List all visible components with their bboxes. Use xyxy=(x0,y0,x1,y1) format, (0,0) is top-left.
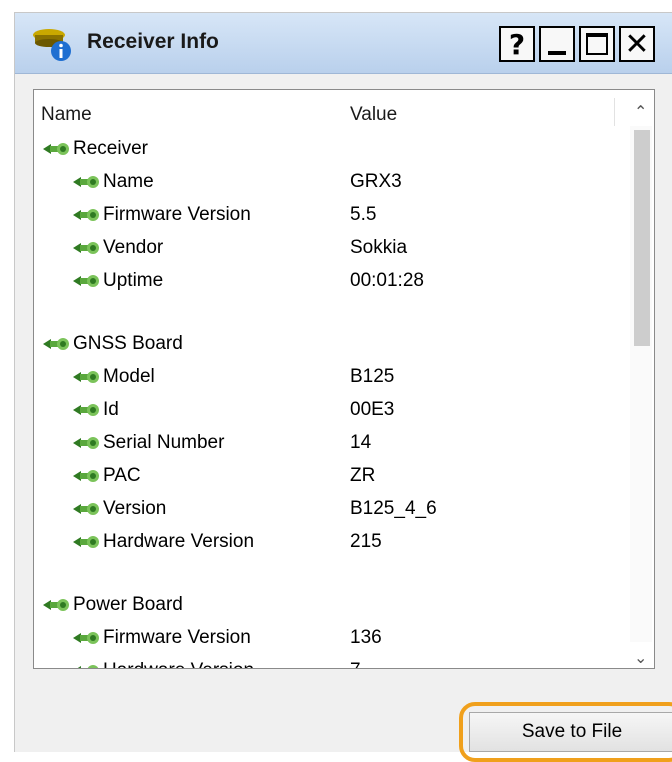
row-name: GNSS Board xyxy=(41,333,183,355)
maximize-icon xyxy=(586,33,608,55)
table-row[interactable]: Firmware Version 5.5 xyxy=(34,200,624,230)
row-name-label: Uptime xyxy=(103,270,164,291)
minimize-button[interactable] xyxy=(539,26,575,62)
tree-group-row[interactable]: GNSS Board xyxy=(34,329,624,359)
row-name: Hardware Version xyxy=(71,531,254,553)
row-name: PAC xyxy=(71,465,141,487)
row-name: Name xyxy=(71,171,154,193)
row-name-label: Receiver xyxy=(73,138,148,159)
receiver-info-list[interactable]: Name Value ⌃ ⌄ Receiver Name GRX3 Firmware … xyxy=(33,89,655,669)
row-name-label: Version xyxy=(103,498,167,519)
column-header-value[interactable]: Value xyxy=(350,104,397,126)
table-row[interactable]: Firmware Version 136 xyxy=(34,623,624,653)
row-name: Firmware Version xyxy=(71,627,251,649)
row-value: B125 xyxy=(350,366,395,387)
row-name-label: Id xyxy=(103,399,119,420)
row-name-label: Hardware Version xyxy=(103,660,254,668)
node-icon xyxy=(41,596,71,614)
row-name: Serial Number xyxy=(71,432,224,454)
row-name: Model xyxy=(71,366,155,388)
row-value: 00:01:28 xyxy=(350,270,424,291)
table-row[interactable]: Id 00E3 xyxy=(34,395,624,425)
row-value: 7 xyxy=(350,660,361,668)
close-button[interactable]: ✕ xyxy=(619,26,655,62)
column-header-name[interactable]: Name xyxy=(41,104,92,126)
row-value: 5.5 xyxy=(350,204,377,225)
row-value: ZR xyxy=(350,465,376,486)
table-row[interactable]: PAC ZR xyxy=(34,461,624,491)
row-name: Firmware Version xyxy=(71,204,251,226)
window-title: Receiver Info xyxy=(87,30,219,53)
row-value: 14 xyxy=(350,432,372,453)
node-icon xyxy=(71,434,101,452)
row-name-label: PAC xyxy=(103,465,141,486)
scroll-down-arrow-icon[interactable]: ⌄ xyxy=(634,648,647,667)
tree-group-row[interactable]: Receiver xyxy=(34,134,624,164)
table-row[interactable]: Hardware Version 215 xyxy=(34,527,624,557)
row-name-label: Vendor xyxy=(103,237,164,258)
node-icon xyxy=(71,467,101,485)
help-icon: ? xyxy=(508,27,526,61)
row-value: GRX3 xyxy=(350,171,402,192)
node-icon xyxy=(71,401,101,419)
node-icon xyxy=(71,272,101,290)
row-value: 136 xyxy=(350,627,382,648)
row-name-label: GNSS Board xyxy=(73,333,183,354)
row-name: Uptime xyxy=(71,270,163,292)
row-name-label: Name xyxy=(103,171,154,192)
node-icon xyxy=(71,500,101,518)
row-value: 215 xyxy=(350,531,382,552)
node-icon xyxy=(41,335,71,353)
row-name: Vendor xyxy=(71,237,163,259)
table-row[interactable]: Name GRX3 xyxy=(34,167,624,197)
close-icon: ✕ xyxy=(624,26,650,62)
scrollbar-thumb[interactable] xyxy=(634,130,650,346)
table-row[interactable]: Version B125_4_6 xyxy=(34,494,624,524)
receiver-info-icon xyxy=(33,29,71,61)
column-separator xyxy=(614,98,615,126)
row-name-label: Serial Number xyxy=(103,432,225,453)
node-icon xyxy=(71,533,101,551)
row-name: Receiver xyxy=(41,138,148,160)
row-name: Id xyxy=(71,399,119,421)
row-name-label: Firmware Version xyxy=(103,204,251,225)
help-button[interactable]: ? xyxy=(499,26,535,62)
row-name: Hardware Version xyxy=(71,660,254,668)
receiver-info-window: Receiver Info ? ✕ Name Value ⌃ ⌄ Receive… xyxy=(14,12,672,762)
table-row[interactable]: Hardware Version 7 xyxy=(34,656,624,668)
node-icon xyxy=(71,368,101,386)
node-icon xyxy=(41,140,71,158)
node-icon xyxy=(71,629,101,647)
node-icon xyxy=(71,662,101,668)
row-value: B125_4_6 xyxy=(350,498,437,519)
table-row[interactable]: Vendor Sokkia xyxy=(34,233,624,263)
node-icon xyxy=(71,173,101,191)
row-value: Sokkia xyxy=(350,237,408,258)
node-icon xyxy=(71,206,101,224)
scroll-up-arrow-icon[interactable]: ⌃ xyxy=(634,102,647,121)
minimize-icon xyxy=(548,51,566,55)
row-name: Power Board xyxy=(41,594,183,616)
row-value: 00E3 xyxy=(350,399,395,420)
node-icon xyxy=(71,239,101,257)
tree-group-row[interactable]: Power Board xyxy=(34,590,624,620)
row-name-label: Firmware Version xyxy=(103,627,251,648)
row-name-label: Hardware Version xyxy=(103,531,255,552)
row-name-label: Power Board xyxy=(73,594,183,615)
row-name-label: Model xyxy=(103,366,155,387)
save-to-file-button[interactable]: Save to File xyxy=(469,712,672,752)
maximize-button[interactable] xyxy=(579,26,615,62)
table-row[interactable]: Serial Number 14 xyxy=(34,428,624,458)
title-bar[interactable]: Receiver Info ? ✕ xyxy=(15,13,672,74)
table-row[interactable]: Model B125 xyxy=(34,362,624,392)
row-name: Version xyxy=(71,498,166,520)
table-row[interactable]: Uptime 00:01:28 xyxy=(34,266,624,296)
